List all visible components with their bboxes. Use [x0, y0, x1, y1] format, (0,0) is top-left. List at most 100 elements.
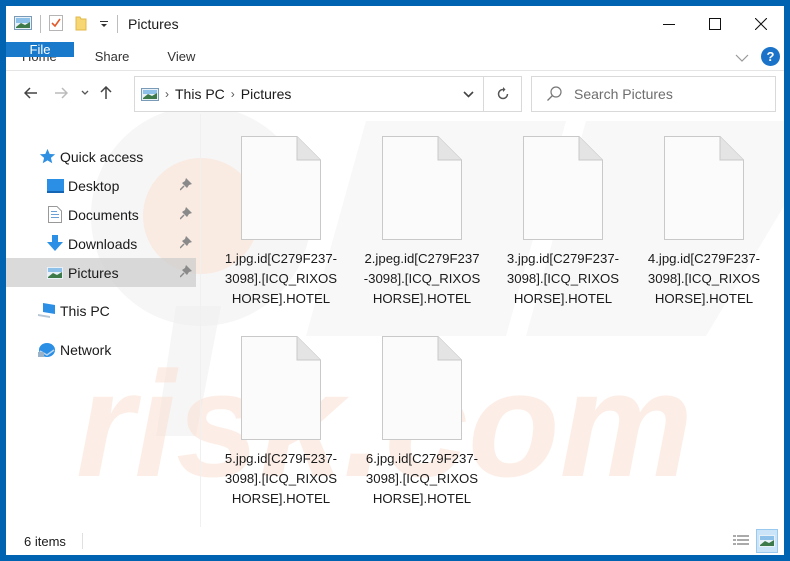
sidebar-item-label: Desktop	[68, 177, 120, 194]
item-count: 6 items	[24, 533, 66, 549]
maximize-icon	[709, 18, 721, 30]
file-item[interactable]: 1.jpg.id[C279F237-3098].[ICQ_RIXOSHORSE]…	[218, 136, 344, 309]
file-name: 6.jpg.id[C279F237-3098].[ICQ_RIXOSHORSE]…	[365, 451, 479, 506]
sidebar-item-downloads[interactable]: Downloads	[6, 229, 196, 258]
sidebar-item-label: Documents	[68, 206, 139, 223]
tab-share[interactable]: Share	[76, 42, 149, 70]
pane-divider[interactable]	[200, 114, 201, 527]
window-title: Pictures	[128, 16, 179, 32]
tab-view[interactable]: View	[148, 42, 214, 70]
sidebar-item-network[interactable]: Network	[6, 335, 196, 364]
file-explorer-window: risk.com Pictures	[6, 6, 784, 555]
minimize-icon	[663, 24, 675, 25]
chevron-down-icon	[462, 90, 474, 98]
large-icons-view-icon	[759, 535, 775, 547]
arrow-left-icon	[24, 87, 37, 99]
back-button[interactable]	[16, 78, 46, 108]
sidebar-item-label: Pictures	[68, 264, 119, 281]
file-name: 4.jpg.id[C279F237-3098].[ICQ_RIXOSHORSE]…	[647, 251, 761, 306]
close-button[interactable]	[738, 6, 784, 42]
large-icons-view-button[interactable]	[756, 529, 778, 553]
blank-file-icon	[241, 336, 321, 440]
downloads-icon	[46, 235, 64, 253]
pin-icon[interactable]	[179, 236, 192, 252]
file-item[interactable]: 6.jpg.id[C279F237-3098].[ICQ_RIXOSHORSE]…	[359, 336, 485, 509]
address-history-dropdown[interactable]	[453, 77, 483, 111]
blank-file-icon	[382, 336, 462, 440]
arrow-up-icon	[100, 86, 112, 99]
blank-file-icon	[382, 136, 462, 240]
search-input[interactable]: Search Pictures	[574, 86, 673, 102]
navigation-pane: Quick access Desktop Documents Downloads…	[6, 132, 200, 527]
file-name: 1.jpg.id[C279F237-3098].[ICQ_RIXOSHORSE]…	[224, 251, 338, 306]
new-folder-icon[interactable]	[75, 15, 87, 34]
blank-file-icon	[664, 136, 744, 240]
sidebar-item-label: Downloads	[68, 235, 138, 252]
customize-dropdown-icon[interactable]	[99, 16, 109, 32]
maximize-button[interactable]	[692, 6, 738, 42]
sidebar-item-documents[interactable]: Documents	[6, 200, 196, 229]
breadcrumb-chevron-icon[interactable]: ›	[165, 87, 169, 101]
breadcrumb-this-pc[interactable]: This PC	[175, 86, 225, 102]
network-icon	[38, 341, 56, 359]
search-icon	[546, 86, 562, 102]
close-icon	[755, 18, 767, 30]
sidebar-item-label: Network	[60, 341, 112, 358]
chevron-down-icon	[81, 90, 89, 95]
file-name: 2.jpeg.id[C279F237-3098].[ICQ_RIXOSHORSE…	[363, 251, 481, 306]
quick-access-toolbar	[14, 14, 126, 34]
file-name: 5.jpg.id[C279F237-3098].[ICQ_RIXOSHORSE]…	[224, 451, 338, 506]
help-button[interactable]: ?	[761, 47, 780, 66]
ribbon-tabs: File Home Share View ?	[6, 42, 784, 71]
breadcrumb-pictures[interactable]: Pictures	[241, 86, 292, 102]
sidebar-item-quick-access[interactable]: Quick access	[6, 142, 196, 171]
window-controls	[646, 6, 784, 42]
details-view-button[interactable]	[730, 529, 752, 553]
minimize-button[interactable]	[646, 6, 692, 42]
pin-icon[interactable]	[179, 265, 192, 281]
refresh-button[interactable]	[484, 76, 522, 112]
file-item[interactable]: 4.jpg.id[C279F237-3098].[ICQ_RIXOSHORSE]…	[641, 136, 767, 309]
pin-icon[interactable]	[179, 178, 192, 194]
pictures-icon	[141, 87, 159, 101]
address-bar[interactable]: › This PC › Pictures	[134, 76, 484, 112]
sidebar-item-desktop[interactable]: Desktop	[6, 171, 196, 200]
search-box[interactable]: Search Pictures	[531, 76, 776, 112]
documents-icon	[46, 206, 64, 224]
file-item[interactable]: 5.jpg.id[C279F237-3098].[ICQ_RIXOSHORSE]…	[218, 336, 344, 509]
file-item[interactable]: 3.jpg.id[C279F237-3098].[ICQ_RIXOSHORSE]…	[500, 136, 626, 309]
pictures-icon	[14, 15, 32, 33]
sidebar-item-label: Quick access	[60, 148, 144, 165]
navigation-bar: › This PC › Pictures Search Pictures	[6, 72, 784, 114]
ribbon-right-controls: ?	[735, 42, 780, 71]
sidebar-item-this-pc[interactable]: This PC	[6, 296, 196, 325]
title-bar: Pictures	[6, 6, 784, 42]
file-name: 3.jpg.id[C279F237-3098].[ICQ_RIXOSHORSE]…	[506, 251, 620, 306]
expand-ribbon-button[interactable]	[735, 49, 749, 65]
properties-icon[interactable]	[49, 14, 63, 34]
computer-icon	[38, 302, 56, 320]
pin-icon[interactable]	[179, 207, 192, 223]
arrow-right-icon	[55, 87, 68, 99]
up-button[interactable]	[94, 78, 118, 108]
status-separator	[81, 533, 83, 549]
toolbar-separator	[40, 15, 41, 33]
file-list: 1.jpg.id[C279F237-3098].[ICQ_RIXOSHORSE]…	[206, 126, 776, 526]
desktop-icon	[46, 177, 64, 195]
breadcrumb-chevron-icon[interactable]: ›	[231, 87, 235, 101]
forward-button[interactable]	[46, 78, 76, 108]
toolbar-separator	[117, 15, 118, 33]
view-switcher	[730, 527, 778, 555]
chevron-down-icon	[735, 54, 749, 62]
blank-file-icon	[241, 136, 321, 240]
star-icon	[38, 148, 56, 166]
file-item[interactable]: 2.jpeg.id[C279F237-3098].[ICQ_RIXOSHORSE…	[359, 136, 485, 309]
sidebar-item-pictures[interactable]: Pictures	[6, 258, 196, 287]
refresh-icon	[497, 87, 508, 100]
tab-file[interactable]: File	[6, 42, 74, 57]
sidebar-item-label: This PC	[60, 302, 110, 319]
blank-file-icon	[523, 136, 603, 240]
status-bar: 6 items	[6, 527, 784, 555]
details-view-icon	[733, 535, 749, 545]
recent-locations-button[interactable]	[76, 78, 94, 108]
